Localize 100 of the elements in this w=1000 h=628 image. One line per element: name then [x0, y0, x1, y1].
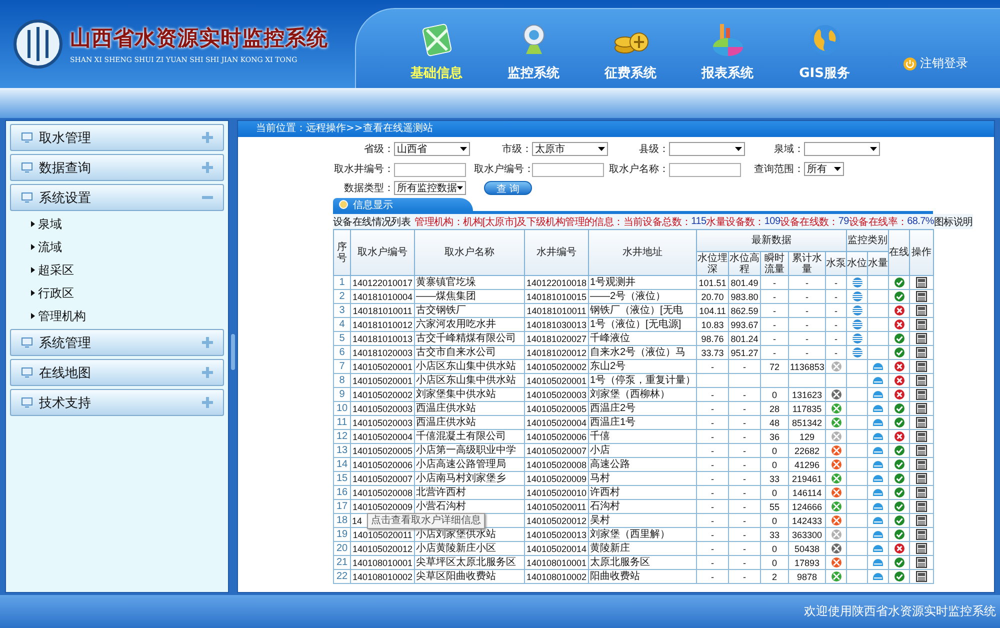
column-header: 水位	[846, 252, 868, 276]
sidebar-group[interactable]: 数据查询	[10, 154, 224, 181]
table-cell: -	[728, 570, 760, 584]
splitter-handle[interactable]	[231, 334, 235, 370]
sidebar-item[interactable]: 流域	[6, 237, 228, 257]
detail-icon[interactable]	[916, 333, 928, 344]
table-cell[interactable]: 古交千峰精煤有限公司	[414, 332, 524, 346]
table-cell[interactable]: ——煤焦集团	[414, 290, 524, 304]
table-cell[interactable]: 黄寨镇官圪垛	[414, 276, 524, 290]
dropdown[interactable]	[804, 142, 880, 156]
detail-icon[interactable]	[916, 277, 928, 288]
sidebar-group[interactable]: 系统管理	[10, 329, 224, 356]
dropdown[interactable]	[669, 142, 745, 156]
input-field[interactable]	[669, 162, 741, 176]
table-cell[interactable]: 六家河农用吃水井	[414, 318, 524, 332]
table-cell: 140181010013	[350, 332, 414, 346]
monitor-icon	[21, 162, 33, 173]
table-cell[interactable]: 西温庄供水站	[414, 416, 524, 430]
sidebar-group[interactable]: 在线地图	[10, 359, 224, 386]
detail-icon[interactable]	[916, 473, 928, 484]
detail-icon[interactable]	[916, 417, 928, 428]
sidebar-group[interactable]: 取水管理	[10, 124, 224, 151]
dropdown[interactable]: 所有监控数据	[394, 181, 466, 195]
logout-link[interactable]: 注销登录	[903, 55, 968, 72]
table-cell: -	[728, 458, 760, 472]
dropdown[interactable]: 所有	[804, 162, 844, 176]
dropdown-caret-icon	[834, 166, 841, 170]
table-cell: 1号（停泵，重复计量）	[588, 374, 696, 388]
table-cell[interactable]: 北营许西村	[414, 486, 524, 500]
table-cell: -	[788, 346, 826, 360]
table-cell[interactable]: 西温庄供水站	[414, 402, 524, 416]
detail-icon[interactable]	[916, 431, 928, 442]
detail-icon[interactable]	[916, 557, 928, 568]
table-cell: 吴村	[588, 514, 696, 528]
nav-tab[interactable]: 基础信息	[388, 20, 485, 82]
detail-icon[interactable]	[916, 347, 928, 358]
row-number: 2	[334, 290, 350, 304]
table-cell[interactable]: 小店黄陵新庄小区	[414, 542, 524, 556]
column-header: 水井编号	[524, 230, 588, 276]
detail-icon[interactable]	[916, 459, 928, 470]
table-cell[interactable]: 尖草坪区太原北服务区	[414, 556, 524, 570]
input-field[interactable]	[394, 162, 466, 176]
table-cell: 55	[760, 500, 788, 514]
sidebar-item[interactable]: 超采区	[6, 260, 228, 280]
detail-icon[interactable]	[916, 389, 928, 400]
row-number: 15	[334, 472, 350, 486]
nav-tab[interactable]: 征费系统	[582, 20, 679, 82]
table-cell[interactable]: 古交市自来水公司	[414, 346, 524, 360]
table-cell: -	[728, 528, 760, 542]
table-cell[interactable]: 小店刘家堡供水站	[414, 528, 524, 542]
bullet-icon	[31, 290, 35, 296]
nav-tab[interactable]: 报表系统	[679, 20, 776, 82]
table-cell[interactable]: 小店第一高级职业中学	[414, 444, 524, 458]
table-cell: 140181010011	[524, 304, 588, 318]
input-field[interactable]	[532, 162, 604, 176]
table-cell: -	[826, 318, 847, 332]
table-cell[interactable]: 刘家堡集中供水站	[414, 388, 524, 402]
table-cell[interactable]: 古交钢铁厂	[414, 304, 524, 318]
sidebar-item[interactable]: 管理机构	[6, 306, 228, 326]
sidebar-group[interactable]: 系统设置	[10, 184, 224, 211]
table-cell: 993.67	[728, 318, 760, 332]
detail-icon[interactable]	[916, 501, 928, 512]
column-header: 水泵	[826, 252, 847, 276]
nav-tab[interactable]: GIS服务	[776, 20, 873, 82]
table-cell: -	[760, 276, 788, 290]
table-cell: 千僖	[588, 430, 696, 444]
detail-icon[interactable]	[916, 543, 928, 554]
table-cell[interactable]: 小店南马村刘家堡乡	[414, 472, 524, 486]
table-cell[interactable]: 尖草区阳曲收费站	[414, 570, 524, 584]
detail-icon[interactable]	[916, 319, 928, 330]
table-cell: 马村	[588, 472, 696, 486]
table-cell[interactable]: 千僖混凝土有限公司	[414, 430, 524, 444]
table-cell[interactable]: 小店区东山集中供水站	[414, 360, 524, 374]
table-cell: -	[788, 276, 826, 290]
table-cell: 22682	[788, 444, 826, 458]
detail-icon[interactable]	[916, 515, 928, 526]
detail-icon[interactable]	[916, 291, 928, 302]
detail-icon[interactable]	[916, 361, 928, 372]
table-cell: 140105020008	[524, 458, 588, 472]
table-cell[interactable]: 小店高速公路管理局	[414, 458, 524, 472]
summary-text: 115	[691, 216, 706, 227]
table-cell[interactable]: 小店区东山集中供水站	[414, 374, 524, 388]
summary-text[interactable]: 图标说明	[934, 214, 973, 228]
table-cell: 140181010012	[350, 318, 414, 332]
detail-icon[interactable]	[916, 445, 928, 456]
detail-icon[interactable]	[916, 305, 928, 316]
detail-icon[interactable]	[916, 403, 928, 414]
sidebar-item[interactable]: 泉域	[6, 214, 228, 234]
sidebar-group[interactable]: 技术支持	[10, 389, 224, 416]
dropdown[interactable]: 山西省	[394, 142, 470, 156]
detail-icon[interactable]	[916, 571, 928, 582]
nav-tab[interactable]: 监控系统	[485, 20, 582, 82]
detail-icon[interactable]	[916, 487, 928, 498]
table-cell: 0	[760, 444, 788, 458]
table-cell: 140105020001	[350, 360, 414, 374]
detail-icon[interactable]	[916, 375, 928, 386]
sidebar-item[interactable]: 行政区	[6, 283, 228, 303]
detail-icon[interactable]	[916, 529, 928, 540]
table-cell: ——2号（液位）	[588, 290, 696, 304]
dropdown[interactable]: 太原市	[532, 142, 608, 156]
